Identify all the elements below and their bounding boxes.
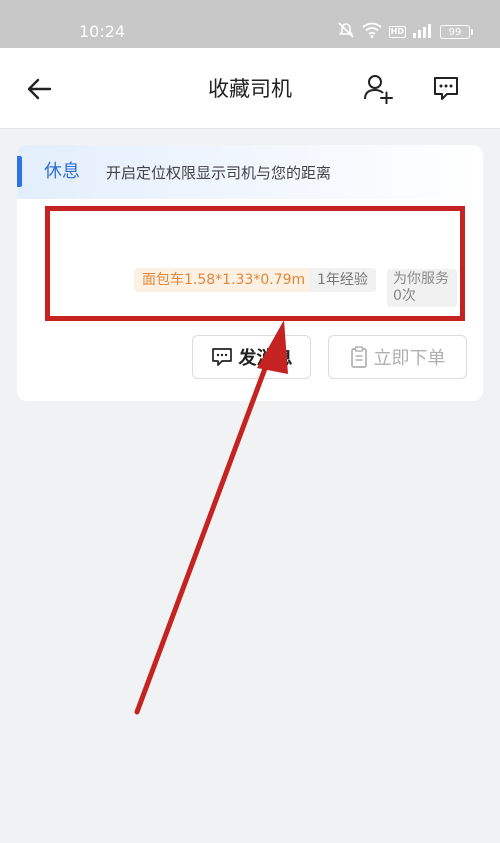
message-icon [434, 77, 458, 100]
chat-icon [211, 348, 232, 366]
page-title: 收藏司机 [208, 77, 292, 101]
message-button[interactable] [428, 70, 464, 106]
status-time: 10:24 [79, 22, 126, 41]
driver-status-label: 休息 [44, 161, 80, 182]
banner-accent-bar [17, 156, 22, 187]
place-order-button[interactable]: 立即下单 [328, 335, 467, 379]
send-message-button[interactable]: 发消息 [192, 335, 311, 379]
clipboard-icon [350, 346, 367, 368]
signal-icon [413, 23, 433, 42]
mute-icon [337, 21, 355, 43]
add-driver-button[interactable] [360, 70, 396, 106]
wifi-icon [362, 22, 382, 42]
hd-badge: HD [388, 26, 406, 38]
status-icons: HD 99 [337, 21, 473, 43]
location-permission-hint[interactable]: 开启定位权限显示司机与您的距离 [106, 162, 331, 184]
place-order-label: 立即下单 [373, 348, 446, 369]
status-bar: 10:24 HD 99 [0, 0, 500, 48]
battery-icon: 99 [440, 25, 473, 39]
send-message-label: 发消息 [238, 348, 293, 369]
annotation-highlight-box [45, 206, 465, 321]
add-user-icon [364, 75, 393, 104]
status-banner: 休息 开启定位权限显示司机与您的距离 [17, 145, 483, 199]
top-nav-bar: 收藏司机 [0, 48, 500, 129]
